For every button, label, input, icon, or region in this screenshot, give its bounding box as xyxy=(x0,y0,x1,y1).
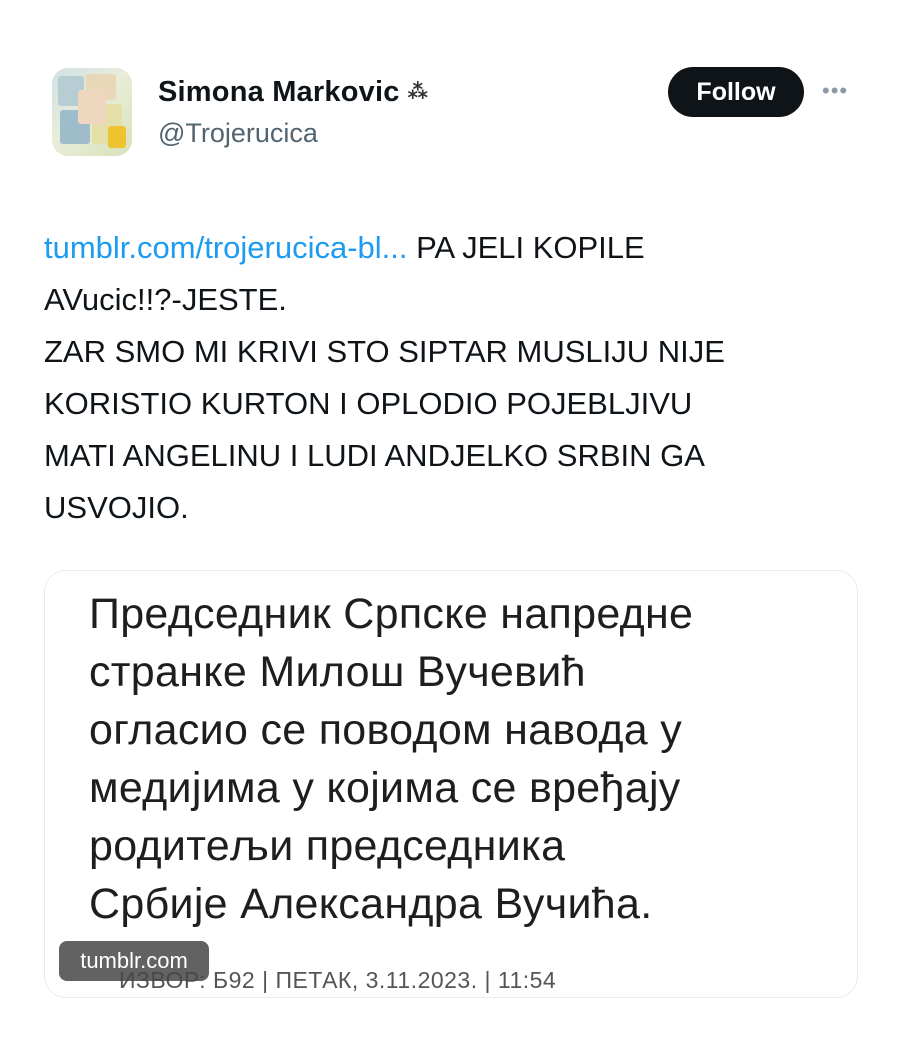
news-line: родитељи председника xyxy=(89,822,566,870)
tweet-line: tumblr.com/trojerucica-bl... PA JELI KOP… xyxy=(44,222,844,274)
tweet-text: tumblr.com/trojerucica-bl... PA JELI KOP… xyxy=(44,222,844,534)
tweet-line: AVucic!!?-JESTE. xyxy=(44,282,287,317)
follow-button[interactable]: Follow xyxy=(668,67,804,117)
news-image-text: Председник Српске напредне странке Милош… xyxy=(89,585,839,933)
tweet-line: ZAR SMO MI KRIVI STO SIPTAR MUSLIJU NIJE xyxy=(44,334,725,369)
tweet-container: Simona Markovic ⁂ @Trojerucica Follow •••… xyxy=(0,0,900,1037)
tweet-line: USVOJIO. xyxy=(44,490,189,525)
tweet-line: KORISTIO KURTON I OPLODIO POJEBLJIVU xyxy=(44,386,693,421)
avatar[interactable] xyxy=(52,68,132,156)
avatar-flower xyxy=(108,126,126,148)
media-card[interactable]: Председник Српске напредне странке Милош… xyxy=(44,570,858,998)
news-line: Србије Александра Вучића. xyxy=(89,880,653,928)
author-name[interactable]: Simona Markovic xyxy=(158,76,400,108)
avatar-face xyxy=(78,90,106,124)
more-options-icon[interactable]: ••• xyxy=(822,78,848,104)
news-line: огласио се поводом навода у xyxy=(89,706,682,754)
news-line: медијима у којима се вређају xyxy=(89,764,681,812)
author-handle[interactable]: @Trojerucica xyxy=(158,118,318,149)
news-line: странке Милош Вучевић xyxy=(89,648,586,696)
tweet-line: MATI ANGELINU I LUDI ANDJELKO SRBIN GA xyxy=(44,438,705,473)
author-name-row[interactable]: Simona Markovic ⁂ xyxy=(158,76,428,109)
three-dots-cluster-icon: ⁂ xyxy=(407,80,429,103)
tweet-link[interactable]: tumblr.com/trojerucica-bl... xyxy=(44,230,408,265)
tweet-line-text: PA JELI KOPILE xyxy=(407,230,645,265)
link-domain-badge[interactable]: tumblr.com xyxy=(59,941,209,981)
news-line: Председник Српске напредне xyxy=(89,590,694,638)
